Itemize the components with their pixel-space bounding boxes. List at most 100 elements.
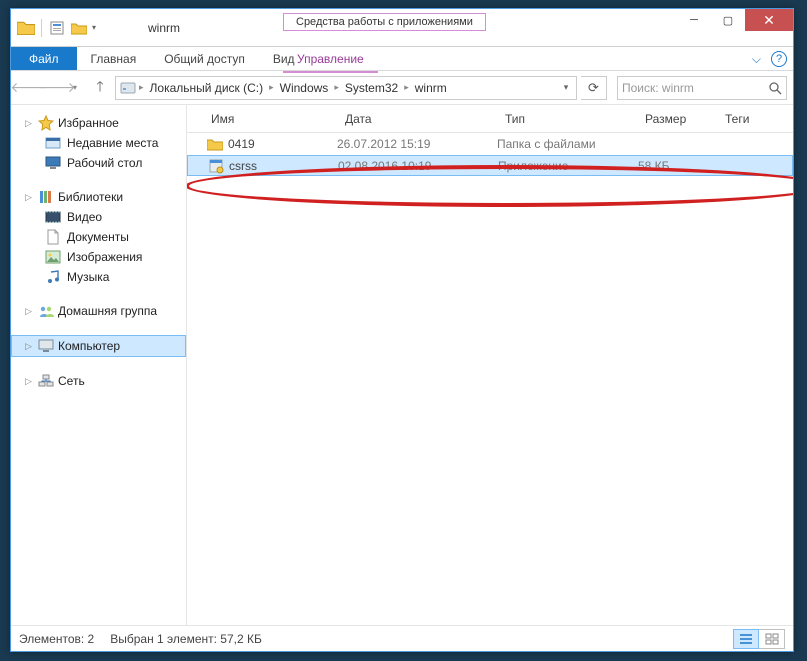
status-bar: Элементов: 2 Выбран 1 элемент: 57,2 КБ [11, 625, 793, 651]
titlebar: ▾ winrm Средства работы с приложениями ─… [11, 9, 793, 47]
sidebar-item-label: Документы [67, 230, 129, 244]
sidebar-item-label: Недавние места [67, 136, 158, 150]
body: ▷ Избранное Недавние места Ра [11, 105, 793, 625]
exe-icon [208, 158, 224, 174]
address-bar[interactable]: ▸ Локальный диск (C:) ▸ Windows ▸ System… [115, 76, 577, 100]
sidebar-head-libraries[interactable]: ▷ Библиотеки [11, 187, 186, 207]
ribbon: Файл Главная Общий доступ Вид Управление… [11, 47, 793, 71]
sidebar-item-label: Видео [67, 210, 102, 224]
search-input[interactable]: Поиск: winrm [617, 76, 787, 100]
sidebar-head-homegroup[interactable]: ▷ Домашняя группа [11, 301, 186, 321]
column-tags[interactable]: Теги [717, 112, 793, 126]
breadcrumb-segment[interactable]: winrm [410, 81, 452, 95]
tab-share[interactable]: Общий доступ [150, 47, 259, 70]
breadcrumb-segment[interactable]: Windows [275, 81, 334, 95]
tab-home[interactable]: Главная [77, 47, 151, 70]
sidebar-head-computer[interactable]: ▷ Компьютер [11, 335, 186, 357]
sidebar-group-network: ▷ Сеть [11, 371, 186, 391]
document-icon [45, 229, 61, 245]
details-view-button[interactable] [733, 629, 759, 649]
list-item[interactable]: 0419 26.07.2012 15:19 Папка с файлами [187, 133, 793, 155]
file-type: Папка с файлами [497, 137, 637, 151]
chevron-right-icon: ▷ [25, 376, 34, 387]
address-dropdown-icon[interactable]: ▾ [558, 82, 574, 93]
contextual-tab-label: Средства работы с приложениями [283, 13, 486, 31]
drive-icon [118, 82, 138, 94]
breadcrumb-segment[interactable]: System32 [340, 81, 403, 95]
file-date: 02.08.2016 10:19 [338, 159, 498, 173]
file-type: Приложение [498, 159, 638, 173]
sidebar-label: Библиотеки [58, 190, 123, 204]
sidebar: ▷ Избранное Недавние места Ра [11, 105, 187, 625]
contextual-subtab[interactable]: Управление [283, 47, 378, 71]
ribbon-controls: ⌵ ? [752, 47, 787, 71]
sidebar-label: Компьютер [58, 339, 120, 353]
sidebar-head-favorites[interactable]: ▷ Избранное [11, 113, 186, 133]
content-pane: Имя Дата Тип Размер Теги 0419 26.07.2012… [187, 105, 793, 625]
view-switcher [733, 629, 785, 649]
star-icon [38, 115, 54, 131]
sidebar-head-network[interactable]: ▷ Сеть [11, 371, 186, 391]
sidebar-group-computer: ▷ Компьютер [11, 335, 186, 357]
column-name[interactable]: Имя [187, 112, 337, 126]
file-tab[interactable]: Файл [11, 47, 77, 70]
sidebar-group-favorites: ▷ Избранное Недавние места Ра [11, 113, 186, 173]
minimize-button[interactable]: ─ [677, 9, 711, 31]
up-button[interactable]: 🡑 [89, 77, 111, 99]
maximize-button[interactable]: ▢ [711, 9, 745, 31]
column-size[interactable]: Размер [637, 112, 717, 126]
column-type[interactable]: Тип [497, 112, 637, 126]
desktop-icon [45, 155, 61, 171]
file-name: csrss [229, 159, 257, 173]
refresh-button[interactable]: ⟳ [581, 76, 607, 100]
recent-icon [45, 135, 61, 151]
navbar: 🡐 🡒 ▾ 🡑 ▸ Локальный диск (C:) ▸ Windows … [11, 71, 793, 105]
contextual-tab-group: Средства работы с приложениями [283, 9, 486, 32]
sidebar-item-music[interactable]: Музыка [11, 267, 186, 287]
network-icon [38, 373, 54, 389]
sidebar-item-pictures[interactable]: Изображения [11, 247, 186, 267]
homegroup-icon [38, 303, 54, 319]
file-size: 58 КБ [638, 159, 718, 173]
video-icon [45, 209, 61, 225]
sidebar-item-label: Рабочий стол [67, 156, 142, 170]
window-buttons: ─ ▢ ✕ [677, 9, 793, 31]
chevron-right-icon: ▷ [25, 118, 34, 129]
column-date[interactable]: Дата [337, 112, 497, 126]
chevron-right-icon: ▷ [25, 306, 34, 317]
list-item[interactable]: csrss 02.08.2016 10:19 Приложение 58 КБ [187, 155, 793, 176]
properties-icon[interactable] [48, 20, 66, 36]
icons-view-button[interactable] [759, 629, 785, 649]
sidebar-group-libraries: ▷ Библиотеки Видео Документы [11, 187, 186, 287]
status-count: Элементов: 2 [19, 632, 94, 646]
sidebar-item-videos[interactable]: Видео [11, 207, 186, 227]
close-button[interactable]: ✕ [745, 9, 793, 31]
forward-button[interactable]: 🡒 [45, 76, 69, 100]
column-headers: Имя Дата Тип Размер Теги [187, 105, 793, 133]
folder-icon [207, 136, 223, 152]
sidebar-item-label: Музыка [67, 270, 109, 284]
search-placeholder: Поиск: winrm [622, 81, 694, 95]
help-icon[interactable]: ? [771, 51, 787, 67]
sidebar-item-recent[interactable]: Недавние места [11, 133, 186, 153]
breadcrumb-segment[interactable]: Локальный диск (C:) [145, 81, 269, 95]
computer-icon [38, 338, 54, 354]
folder-icon [17, 20, 35, 36]
new-folder-icon[interactable] [70, 20, 88, 36]
ribbon-collapse-icon[interactable]: ⌵ [752, 52, 761, 67]
history-dropdown-icon[interactable]: ▾ [73, 83, 85, 92]
status-selection: Выбран 1 элемент: 57,2 КБ [110, 632, 262, 646]
qat-separator [41, 19, 42, 37]
sidebar-item-desktop[interactable]: Рабочий стол [11, 153, 186, 173]
qat-dropdown-icon[interactable]: ▾ [92, 24, 102, 32]
libraries-icon [38, 189, 54, 205]
contextual-subtab-label: Управление [283, 47, 378, 73]
sidebar-label: Домашняя группа [58, 304, 157, 318]
chevron-right-icon: ▷ [25, 341, 34, 352]
sidebar-label: Избранное [58, 116, 119, 130]
explorer-window: ▾ winrm Средства работы с приложениями ─… [10, 8, 794, 652]
sidebar-item-documents[interactable]: Документы [11, 227, 186, 247]
picture-icon [45, 249, 61, 265]
window-title: winrm [148, 9, 180, 46]
search-icon [768, 81, 782, 95]
